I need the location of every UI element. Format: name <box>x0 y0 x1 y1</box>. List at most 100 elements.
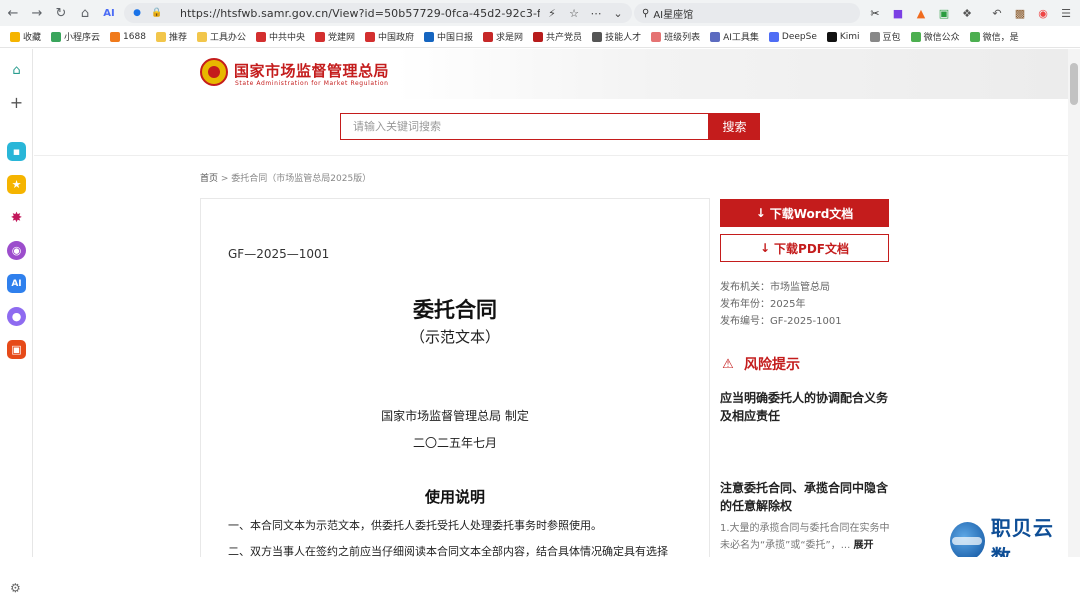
bookmarks-bar: 收藏 小程序云 1688 推荐 工具办公 中共中央 党建网 中国政府 中国日报 … <box>0 26 1080 48</box>
site-title[interactable]: 国家市场监督管理总局 <box>234 60 389 81</box>
site-title-english: State Administration for Market Regulati… <box>235 80 389 87</box>
app-icon-1[interactable]: ▪ <box>7 142 26 161</box>
bookmark-item[interactable]: 中共中央 <box>255 30 305 43</box>
expand-link[interactable]: 展开 <box>853 540 873 551</box>
breadcrumb-current: 委托合同（市场监管总局2025版） <box>231 174 372 184</box>
extension-icon-1[interactable]: ■ <box>889 4 907 22</box>
risk-heading: ⚠ 风险提示 <box>720 354 800 374</box>
app-icon-4[interactable]: ◉ <box>7 241 26 260</box>
bookmark-item[interactable]: 收藏 <box>10 30 41 43</box>
scissors-icon[interactable]: ✂ <box>866 4 884 22</box>
bookmark-icon <box>255 31 266 42</box>
home-icon[interactable]: ⌂ <box>7 61 26 80</box>
bookmark-item[interactable]: 班级列表 <box>651 30 700 43</box>
usage-paragraph: 一、本合同文本为示范文本，供委托人委托受托人处理委托事务时参照使用。 <box>228 519 602 532</box>
breadcrumb-home[interactable]: 首页 <box>200 174 218 184</box>
menu-icon[interactable]: ☰ <box>1057 4 1075 22</box>
page-content: 国家市场监督管理总局 State Administration for Mark… <box>34 49 1068 557</box>
breadcrumb: 首页 > 委托合同（市场监管总局2025版） <box>200 171 371 184</box>
national-emblem-icon <box>200 58 228 86</box>
risk-item-title[interactable]: 应当明确委托人的协调配合义务及相应责任 <box>720 389 895 425</box>
site-banner: 国家市场监督管理总局 State Administration for Mark… <box>34 49 1068 99</box>
bookmark-item[interactable]: 共产党员 <box>533 30 582 43</box>
bookmark-icon <box>710 31 721 42</box>
puzzle-icon[interactable]: ❖ <box>958 4 976 22</box>
extension-icon-3[interactable]: ▣ <box>935 4 953 22</box>
profile-icon[interactable]: ◉ <box>1034 4 1052 22</box>
bookmark-item[interactable]: DeepSe <box>768 31 817 42</box>
bookmark-icon <box>592 31 603 42</box>
bookmark-item[interactable]: 技能人才 <box>592 30 641 43</box>
add-icon[interactable]: + <box>7 93 26 112</box>
watermark-text: 职贝云数 <box>990 516 1054 557</box>
bookmark-item[interactable]: 工具办公 <box>196 30 246 43</box>
bookmark-item[interactable]: 党建网 <box>314 30 355 43</box>
folder-icon <box>155 31 166 42</box>
document-date: 二〇二五年七月 <box>412 436 497 450</box>
bookmark-item[interactable]: 小程序云 <box>51 30 100 43</box>
alarm-icon: ⚠ <box>722 356 734 372</box>
chevron-down-icon[interactable]: ⌄ <box>610 5 626 21</box>
address-bar[interactable]: ● 🔒 https://htsfwb.samr.gov.cn/View?id=5… <box>124 3 632 23</box>
risk-item-description: 1.大量的承揽合同与委托合同在实务中未必名为“承揽”或“委托”，... 展开 <box>720 523 890 551</box>
home-icon[interactable]: ⌂ <box>74 2 96 24</box>
site-info-icon[interactable]: ● <box>130 6 144 20</box>
watermark: 职贝云数 <box>950 512 1068 557</box>
bookmark-item[interactable]: 推荐 <box>155 30 187 43</box>
document-subtitle: （示范文本） <box>409 328 500 346</box>
divider <box>34 155 1068 156</box>
bookmark-item[interactable]: 求是网 <box>483 30 523 43</box>
back-icon[interactable]: ← <box>2 2 24 24</box>
ai-app-icon[interactable]: AI <box>7 274 26 293</box>
search-icon: ⚲ <box>642 7 650 19</box>
bookmark-item[interactable]: 微信，是 <box>969 30 1019 43</box>
document-title: 委托合同 <box>413 298 497 322</box>
bookmark-icon <box>424 31 435 42</box>
document-issuer: 国家市场监督管理总局 制定 <box>381 409 529 423</box>
app-icon-5[interactable]: ● <box>7 307 26 326</box>
more-icon[interactable]: ⋯ <box>588 5 604 21</box>
watermark-logo-icon <box>950 522 985 557</box>
download-pdf-button[interactable]: ↓ 下载PDF文档 <box>720 234 889 262</box>
keyword-search-input[interactable]: 请输入关键词搜索 <box>340 113 709 140</box>
bookmark-icon <box>483 31 494 42</box>
undo-icon[interactable]: ↶ <box>988 4 1006 22</box>
lightning-icon[interactable]: ⚡ <box>544 5 560 21</box>
side-panel: ⌂ + ▪ ★ ✸ ◉ AI ● ▣ ⚙ <box>0 49 33 595</box>
risk-item-title[interactable]: 注意委托合同、承揽合同中隐含的任意解除权 <box>720 479 895 515</box>
usage-heading: 使用说明 <box>424 488 485 506</box>
search-button[interactable]: 搜索 <box>709 113 760 140</box>
browser-search-box[interactable]: ⚲ AI星座馆 <box>634 3 860 23</box>
download-icon: ↓ <box>759 241 771 255</box>
bookmark-icon <box>910 31 921 42</box>
bookmark-item[interactable]: 中国政府 <box>365 30 414 43</box>
wallet-icon[interactable]: ▩ <box>1011 4 1029 22</box>
star-icon <box>10 31 20 42</box>
download-word-button[interactable]: ↓ 下载Word文档 <box>720 199 889 227</box>
game-icon[interactable]: ▣ <box>7 340 26 359</box>
settings-icon[interactable]: ⚙ <box>10 581 21 595</box>
bookmark-icon <box>533 31 544 42</box>
bookmark-icon <box>314 31 325 42</box>
bookmark-item[interactable]: 豆包 <box>869 30 901 43</box>
ai-icon[interactable]: AI <box>98 2 120 24</box>
folder-icon <box>196 31 207 42</box>
bookmark-icon <box>969 31 980 42</box>
meta-publisher: 发布机关：市场监管总局 <box>720 282 830 293</box>
browser-search-text[interactable]: AI星座馆 <box>653 6 693 21</box>
bookmark-item[interactable]: AI工具集 <box>710 30 759 43</box>
lock-icon: 🔒 <box>151 8 163 18</box>
scrollbar-thumb[interactable] <box>1070 63 1078 105</box>
bookmark-item[interactable]: 中国日报 <box>424 30 473 43</box>
app-icon-2[interactable]: ★ <box>7 175 26 194</box>
star-icon[interactable]: ☆ <box>566 5 582 21</box>
bookmark-item[interactable]: 微信公众 <box>910 30 960 43</box>
reload-icon[interactable]: ↻ <box>50 2 72 24</box>
forward-icon[interactable]: → <box>26 2 48 24</box>
app-icon-3[interactable]: ✸ <box>7 208 26 227</box>
bookmark-item[interactable]: 1688 <box>110 31 146 42</box>
vertical-scrollbar[interactable] <box>1068 49 1080 557</box>
bookmark-item[interactable]: Kimi <box>826 31 860 42</box>
extension-icon-2[interactable]: ▲ <box>912 4 930 22</box>
url-text[interactable]: https://htsfwb.samr.gov.cn/View?id=50b57… <box>180 7 540 20</box>
